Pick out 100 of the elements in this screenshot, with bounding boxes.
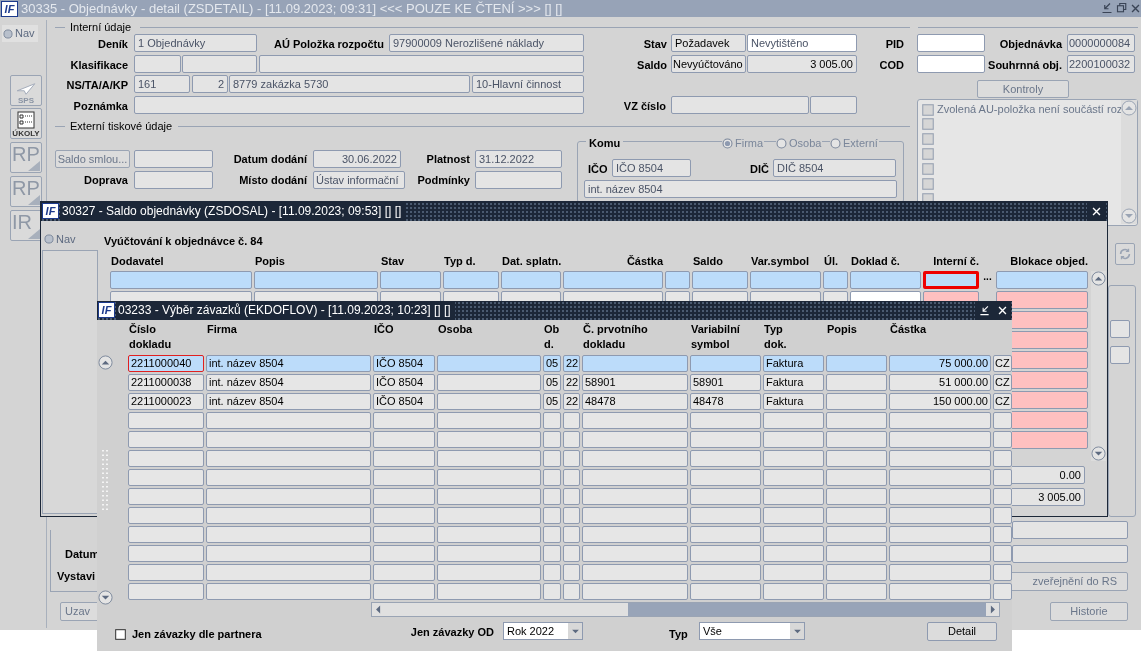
grid-cell[interactable] bbox=[128, 488, 204, 505]
text-field[interactable]: 3 005.00 bbox=[747, 55, 857, 73]
grid-cell[interactable] bbox=[826, 393, 887, 410]
grid-cell[interactable] bbox=[437, 526, 541, 543]
grid-cell[interactable]: Faktura bbox=[763, 374, 824, 391]
grid-cell[interactable] bbox=[690, 431, 761, 448]
grid-cell[interactable] bbox=[993, 545, 1012, 562]
grid-cell[interactable] bbox=[889, 450, 991, 467]
grid-cell[interactable] bbox=[563, 488, 580, 505]
grid-cell[interactable]: 22 bbox=[563, 374, 580, 391]
text-field[interactable] bbox=[1012, 521, 1128, 539]
scrollbar[interactable] bbox=[1091, 271, 1106, 461]
grid-cell[interactable] bbox=[889, 507, 991, 524]
grid-cell[interactable] bbox=[889, 431, 991, 448]
grid-cell[interactable] bbox=[543, 431, 561, 448]
text-field[interactable] bbox=[810, 96, 857, 114]
grid-cell[interactable] bbox=[563, 507, 580, 524]
grid-cell[interactable] bbox=[826, 526, 887, 543]
text-field[interactable]: 30.06.2022 bbox=[313, 150, 401, 168]
nav-button[interactable]: Nav bbox=[44, 231, 76, 248]
grid-cell[interactable] bbox=[206, 450, 371, 467]
grid-cell[interactable]: CZ bbox=[993, 374, 1012, 391]
scrollbar[interactable] bbox=[1121, 100, 1137, 224]
grid-cell[interactable] bbox=[692, 271, 748, 289]
grid-cell[interactable] bbox=[437, 374, 541, 391]
grid-cell[interactable] bbox=[563, 564, 580, 581]
grid-cell[interactable] bbox=[996, 271, 1088, 289]
grid-cell[interactable]: 150 000.00 bbox=[889, 393, 991, 410]
grid-cell[interactable] bbox=[690, 488, 761, 505]
grid-cell[interactable] bbox=[763, 545, 824, 562]
text-field[interactable]: Nevytištěno bbox=[747, 34, 857, 52]
grid-cell[interactable] bbox=[889, 583, 991, 600]
button[interactable]: Historie bbox=[1050, 602, 1128, 621]
grid-cell[interactable] bbox=[128, 431, 204, 448]
grid-cell[interactable]: int. název 8504 bbox=[206, 393, 371, 410]
grid-cell[interactable] bbox=[206, 469, 371, 486]
grid-cell[interactable] bbox=[110, 271, 252, 289]
text-field[interactable] bbox=[1012, 545, 1128, 563]
grid-cell[interactable] bbox=[582, 431, 688, 448]
grid-cell[interactable] bbox=[850, 271, 921, 289]
grid-cell[interactable] bbox=[826, 450, 887, 467]
grid-cell[interactable] bbox=[373, 526, 435, 543]
grid-cell[interactable] bbox=[563, 450, 580, 467]
grid-cell[interactable] bbox=[923, 271, 979, 289]
checkbox-icon[interactable] bbox=[115, 628, 126, 640]
grid-cell[interactable] bbox=[206, 526, 371, 543]
grid-cell[interactable] bbox=[206, 412, 371, 429]
grid-cell[interactable]: 05 bbox=[543, 374, 561, 391]
grid-cell[interactable] bbox=[543, 488, 561, 505]
grid-cell[interactable] bbox=[826, 583, 887, 600]
grid-cell[interactable] bbox=[763, 431, 824, 448]
grid-cell[interactable] bbox=[437, 412, 541, 429]
side-button[interactable]: ÚKOLY bbox=[10, 108, 42, 139]
text-field[interactable]: 2 bbox=[192, 75, 228, 93]
grid-cell[interactable] bbox=[582, 564, 688, 581]
grid-cell[interactable] bbox=[826, 374, 887, 391]
text-field[interactable]: Ústav informační bbox=[313, 171, 405, 189]
grid-cell[interactable]: 05 bbox=[543, 355, 561, 372]
grid-cell[interactable] bbox=[690, 355, 761, 372]
text-field[interactable] bbox=[134, 150, 213, 168]
grid-cell[interactable] bbox=[582, 545, 688, 562]
text-field[interactable]: 10-Hlavní činnost bbox=[472, 75, 584, 93]
grid-cell[interactable] bbox=[380, 271, 441, 289]
grid-cell[interactable] bbox=[690, 469, 761, 486]
text-field[interactable] bbox=[917, 34, 985, 52]
grid-cell[interactable] bbox=[826, 545, 887, 562]
grid-cell[interactable] bbox=[690, 412, 761, 429]
grid-cell[interactable] bbox=[763, 488, 824, 505]
text-field[interactable] bbox=[671, 96, 809, 114]
grid-cell[interactable] bbox=[437, 583, 541, 600]
grid-cell[interactable] bbox=[437, 450, 541, 467]
grid-cell[interactable] bbox=[996, 291, 1088, 309]
grid-cell[interactable] bbox=[582, 450, 688, 467]
grid-cell[interactable] bbox=[373, 412, 435, 429]
grid-cell[interactable] bbox=[889, 488, 991, 505]
grid-cell[interactable] bbox=[993, 583, 1012, 600]
grid-cell[interactable] bbox=[690, 564, 761, 581]
grid-cell[interactable] bbox=[543, 507, 561, 524]
grid-cell[interactable]: int. název 8504 bbox=[206, 374, 371, 391]
grid-cell[interactable] bbox=[582, 469, 688, 486]
grid-cell[interactable] bbox=[437, 545, 541, 562]
grid-cell[interactable] bbox=[543, 526, 561, 543]
text-field[interactable]: DIČ 8504 bbox=[773, 159, 896, 177]
text-field[interactable] bbox=[134, 55, 181, 73]
grid-cell[interactable] bbox=[206, 564, 371, 581]
grid-cell[interactable] bbox=[826, 431, 887, 448]
grid-cell[interactable] bbox=[437, 488, 541, 505]
grid-cell[interactable]: 75 000.00 bbox=[889, 355, 991, 372]
grid-cell[interactable] bbox=[826, 507, 887, 524]
text-field[interactable]: 1 Objednávky bbox=[134, 34, 257, 52]
lookup-button[interactable]: ... bbox=[981, 271, 994, 289]
grid-cell[interactable] bbox=[563, 469, 580, 486]
grid-cell[interactable]: IČO 8504 bbox=[373, 355, 435, 372]
grid-cell[interactable] bbox=[993, 450, 1012, 467]
nav-button[interactable]: Nav bbox=[2, 25, 38, 42]
text-field[interactable] bbox=[134, 96, 584, 114]
text-field[interactable] bbox=[182, 55, 257, 73]
grid-cell[interactable]: 48478 bbox=[582, 393, 688, 410]
text-field[interactable]: 0000000084 bbox=[1067, 34, 1135, 52]
grid-cell[interactable]: 22 bbox=[563, 393, 580, 410]
